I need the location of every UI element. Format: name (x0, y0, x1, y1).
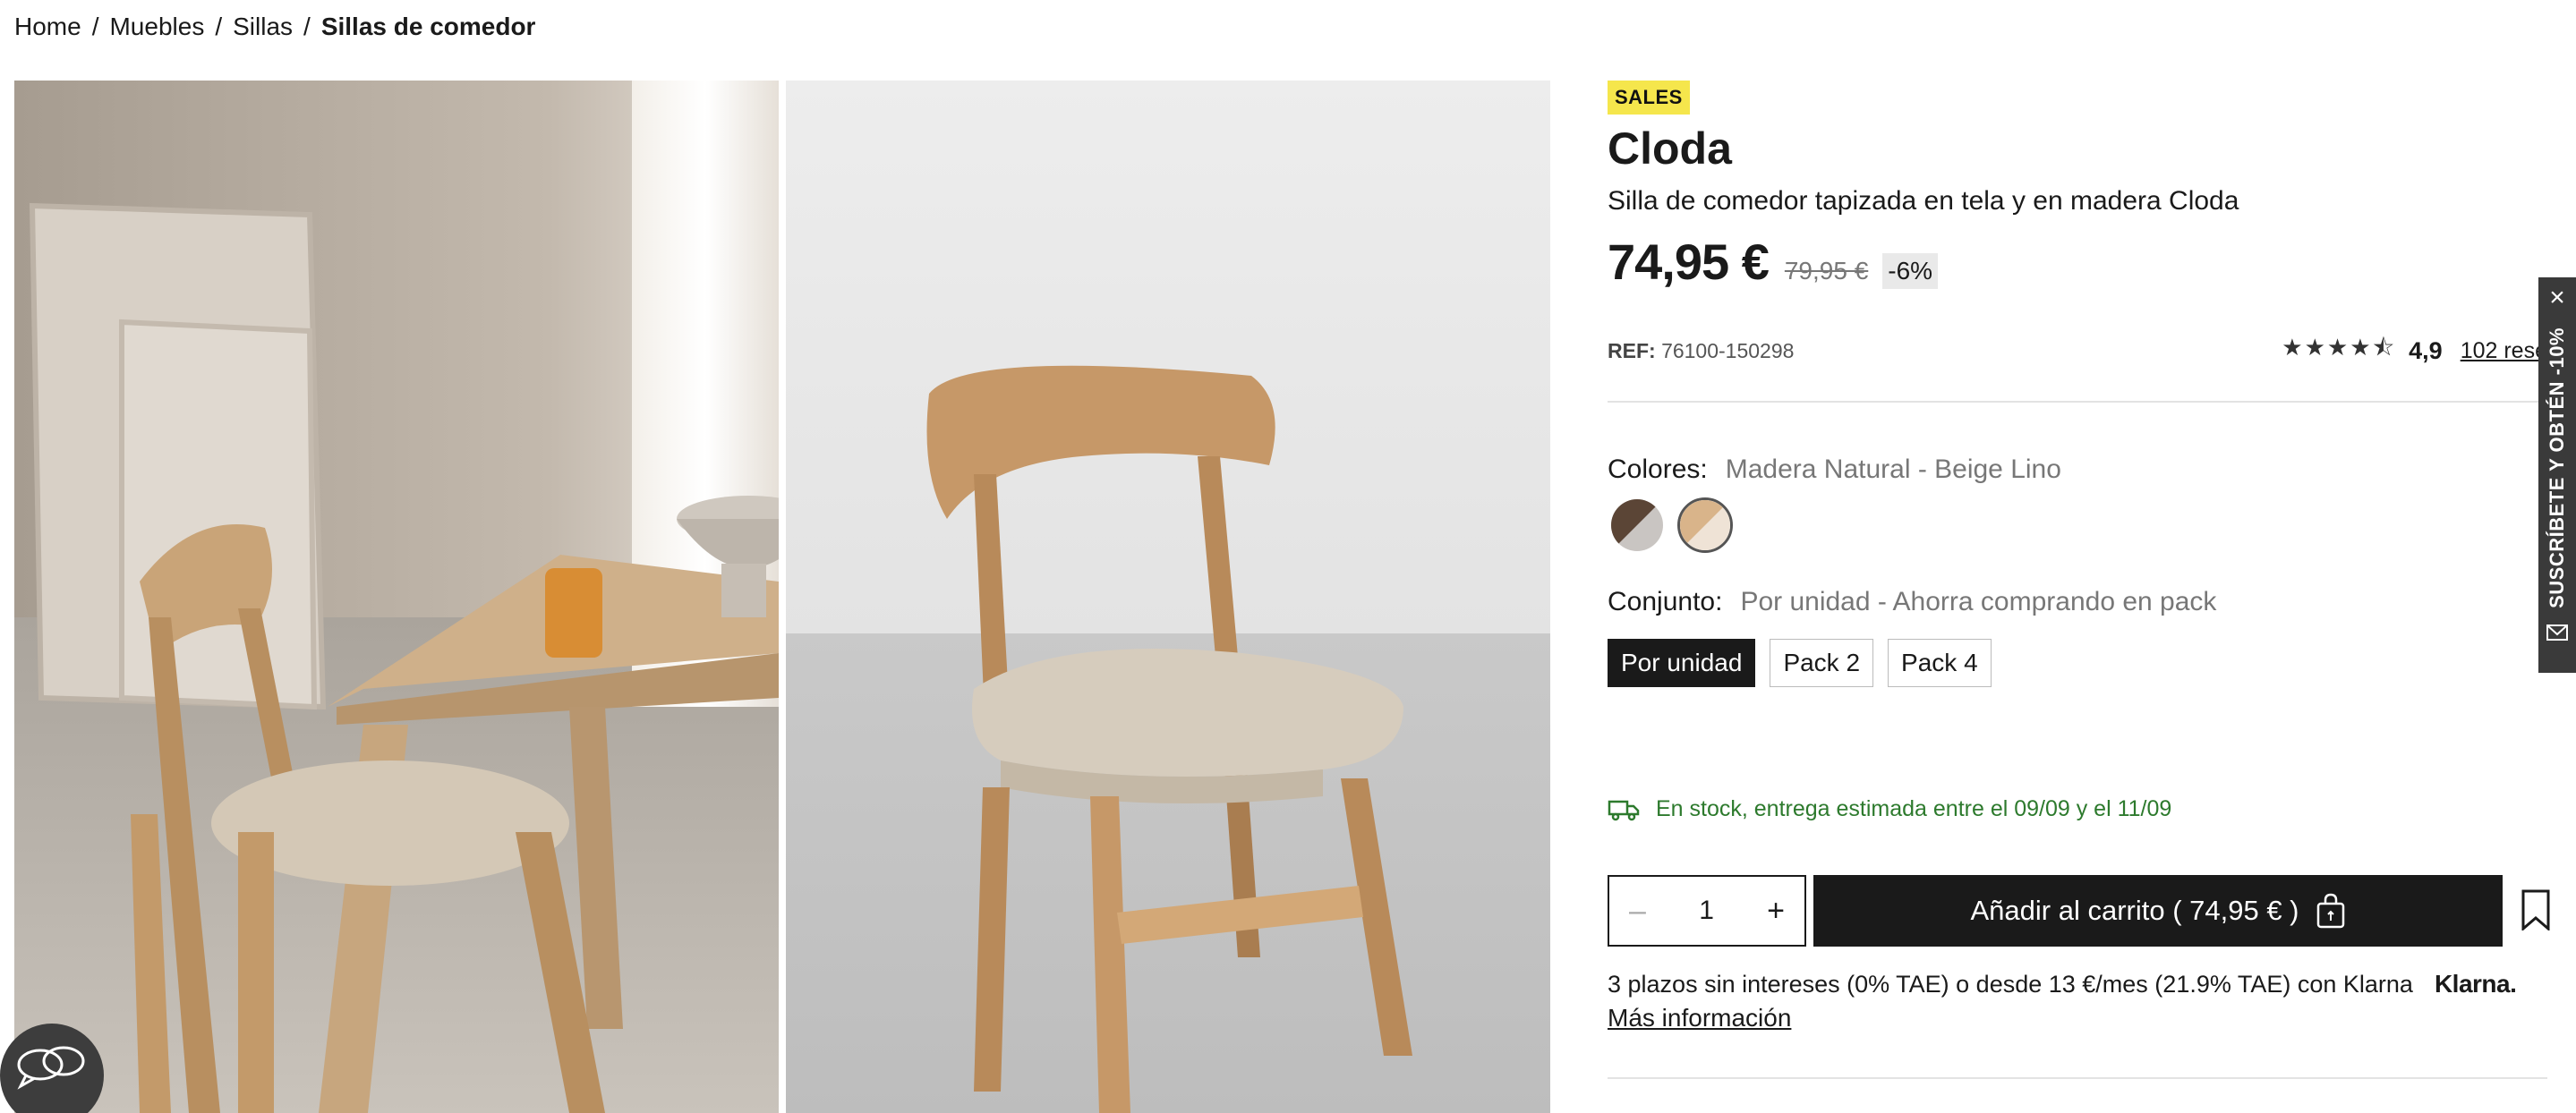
subscribe-text: SUSCRÍBETE Y OBTÉN -10% (2546, 327, 2568, 608)
studio-image (786, 81, 1550, 1113)
product-ref: REF: 76100-150298 (1608, 339, 1794, 363)
add-to-cart-label: Añadir al carrito ( 74,95 € ) (1970, 895, 2299, 926)
color-swatches (1609, 497, 1733, 553)
breadcrumb-muebles[interactable]: Muebles (109, 13, 204, 41)
colors-label: Colores: (1608, 455, 1708, 484)
sales-badge: SALES (1608, 81, 1690, 115)
ref-rating-row: REF: 76100-150298 ★★★★⯪ 4,9 102 rese (1608, 331, 2547, 370)
breadcrumb-separator: / (303, 13, 311, 40)
bookmark-icon[interactable] (2521, 889, 2551, 930)
truck-icon (1608, 800, 1640, 820)
breadcrumb-home[interactable]: Home (14, 13, 81, 41)
lifestyle-image (14, 81, 779, 1113)
swatch-natural-beige[interactable] (1677, 497, 1733, 553)
breadcrumb-current: Sillas de comedor (320, 13, 536, 40)
reviews-link[interactable]: 102 rese (2461, 338, 2547, 364)
product-title: Cloda (1608, 123, 1732, 174)
price-row: 74,95 € 79,95 € -6% (1608, 233, 2547, 291)
colors-selected-value: Madera Natural - Beige Lino (1725, 455, 2061, 484)
product-subtitle: Silla de comedor tapizada en tela y en m… (1608, 186, 2239, 216)
quantity-stepper: – 1 + (1608, 875, 1806, 947)
stock-text: En stock, entrega estimada entre el 09/0… (1656, 796, 2172, 821)
quantity-increase-button[interactable]: + (1767, 894, 1785, 929)
set-selector-label: Conjunto: Por unidad - Ahorra comprando e… (1608, 587, 2216, 617)
pack-option-single[interactable]: Por unidad (1608, 639, 1756, 687)
pack-option-2[interactable]: Pack 2 (1770, 639, 1874, 687)
add-to-cart-button[interactable]: Añadir al carrito ( 74,95 € ) (1813, 875, 2503, 947)
breadcrumb-sillas[interactable]: Sillas (233, 13, 293, 41)
financing-text: 3 plazos sin intereses (0% TAE) o desde … (1608, 970, 2413, 998)
mail-icon (2546, 624, 2568, 641)
swatch-dark-wood[interactable] (1609, 497, 1665, 553)
colors-selector-label: Colores: Madera Natural - Beige Lino (1608, 455, 2061, 485)
current-price: 74,95 € (1608, 234, 1770, 290)
set-label: Conjunto: (1608, 587, 1723, 616)
product-info-panel: SALES Cloda Silla de comedor tapizada en… (1608, 81, 2550, 1079)
rating[interactable]: ★★★★⯪ 4,9 102 rese (2282, 331, 2547, 370)
close-icon[interactable]: × (2549, 285, 2565, 311)
quantity-value[interactable]: 1 (1699, 896, 1714, 926)
product-gallery (14, 81, 1550, 1113)
pack-options: Por unidad Pack 2 Pack 4 (1608, 639, 1992, 687)
discount-badge: -6% (1882, 253, 1939, 289)
more-info-link[interactable]: Más información (1608, 1004, 1791, 1032)
ref-label: REF: (1608, 338, 1656, 362)
quantity-decrease-button[interactable]: – (1629, 894, 1646, 929)
product-photo-studio[interactable] (786, 81, 1550, 1113)
divider (1608, 1077, 2547, 1079)
product-photo-lifestyle[interactable] (14, 81, 779, 1113)
ref-value: 76100-150298 (1661, 338, 1795, 362)
set-selected-value: Por unidad - Ahorra comprando en pack (1740, 587, 2217, 616)
old-price: 79,95 € (1784, 257, 1869, 285)
rating-stars-icon: ★★★★⯪ (2282, 334, 2397, 361)
financing-row: 3 plazos sin intereses (0% TAE) o desde … (1608, 970, 2547, 998)
swatch-dark-wood-icon (1611, 499, 1663, 551)
stock-status: En stock, entrega estimada entre el 09/0… (1608, 796, 2171, 822)
subscribe-side-tab[interactable]: × SUSCRÍBETE Y OBTÉN -10% (2538, 277, 2576, 673)
klarna-logo: Klarna. (2434, 970, 2517, 998)
breadcrumb-separator: / (91, 13, 99, 40)
shopping-bag-icon (2316, 893, 2344, 929)
swatch-natural-beige-icon (1680, 500, 1730, 550)
breadcrumb-separator: / (215, 13, 223, 40)
divider (1608, 401, 2547, 403)
rating-value: 4,9 (2409, 336, 2443, 364)
chat-bubbles-icon (17, 1046, 85, 1090)
breadcrumb: Home / Muebles / Sillas / Sillas de come… (14, 9, 535, 45)
pack-option-4[interactable]: Pack 4 (1888, 639, 1992, 687)
